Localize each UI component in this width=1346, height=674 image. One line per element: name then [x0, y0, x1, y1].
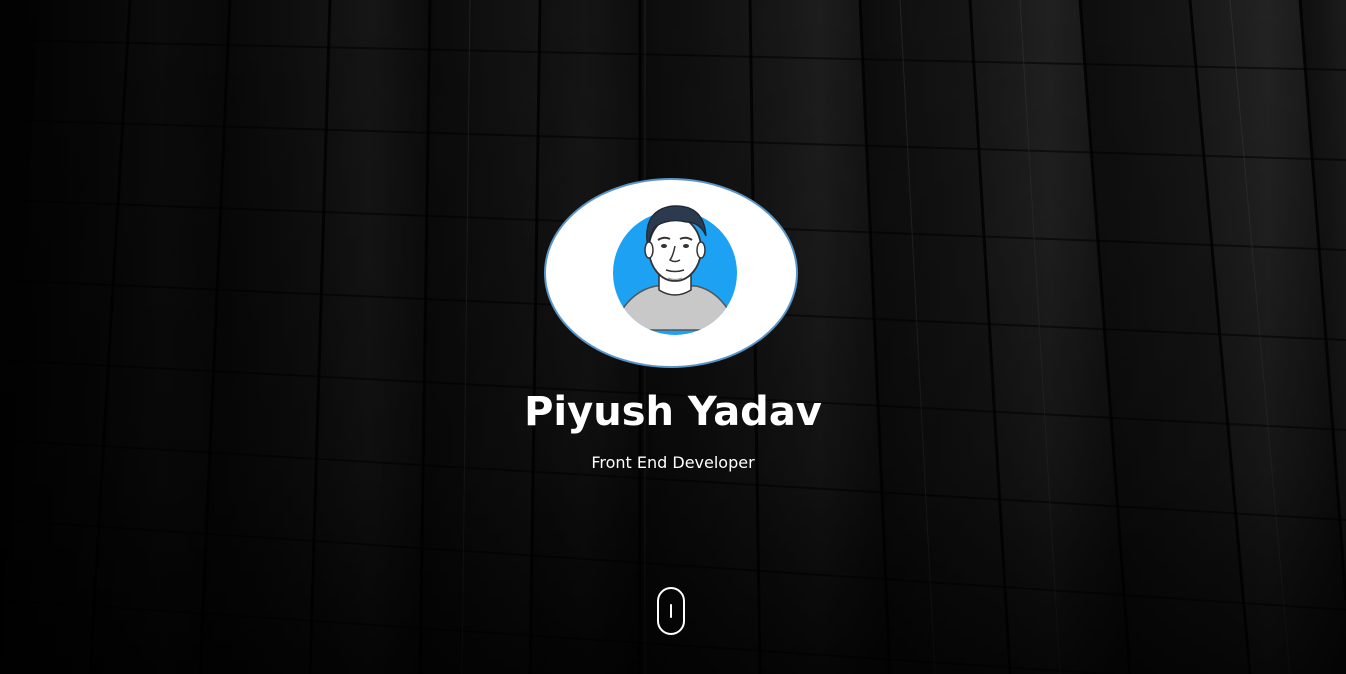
scroll-wheel-indicator [670, 604, 672, 618]
developer-avatar-icon [613, 205, 737, 335]
scroll-mouse-icon[interactable] [657, 587, 685, 635]
profile-avatar [544, 178, 798, 368]
profile-name: Piyush Yadav [524, 389, 822, 435]
profile-role: Front End Developer [591, 453, 755, 472]
hero-section: Piyush Yadav Front End Developer [0, 0, 1346, 674]
